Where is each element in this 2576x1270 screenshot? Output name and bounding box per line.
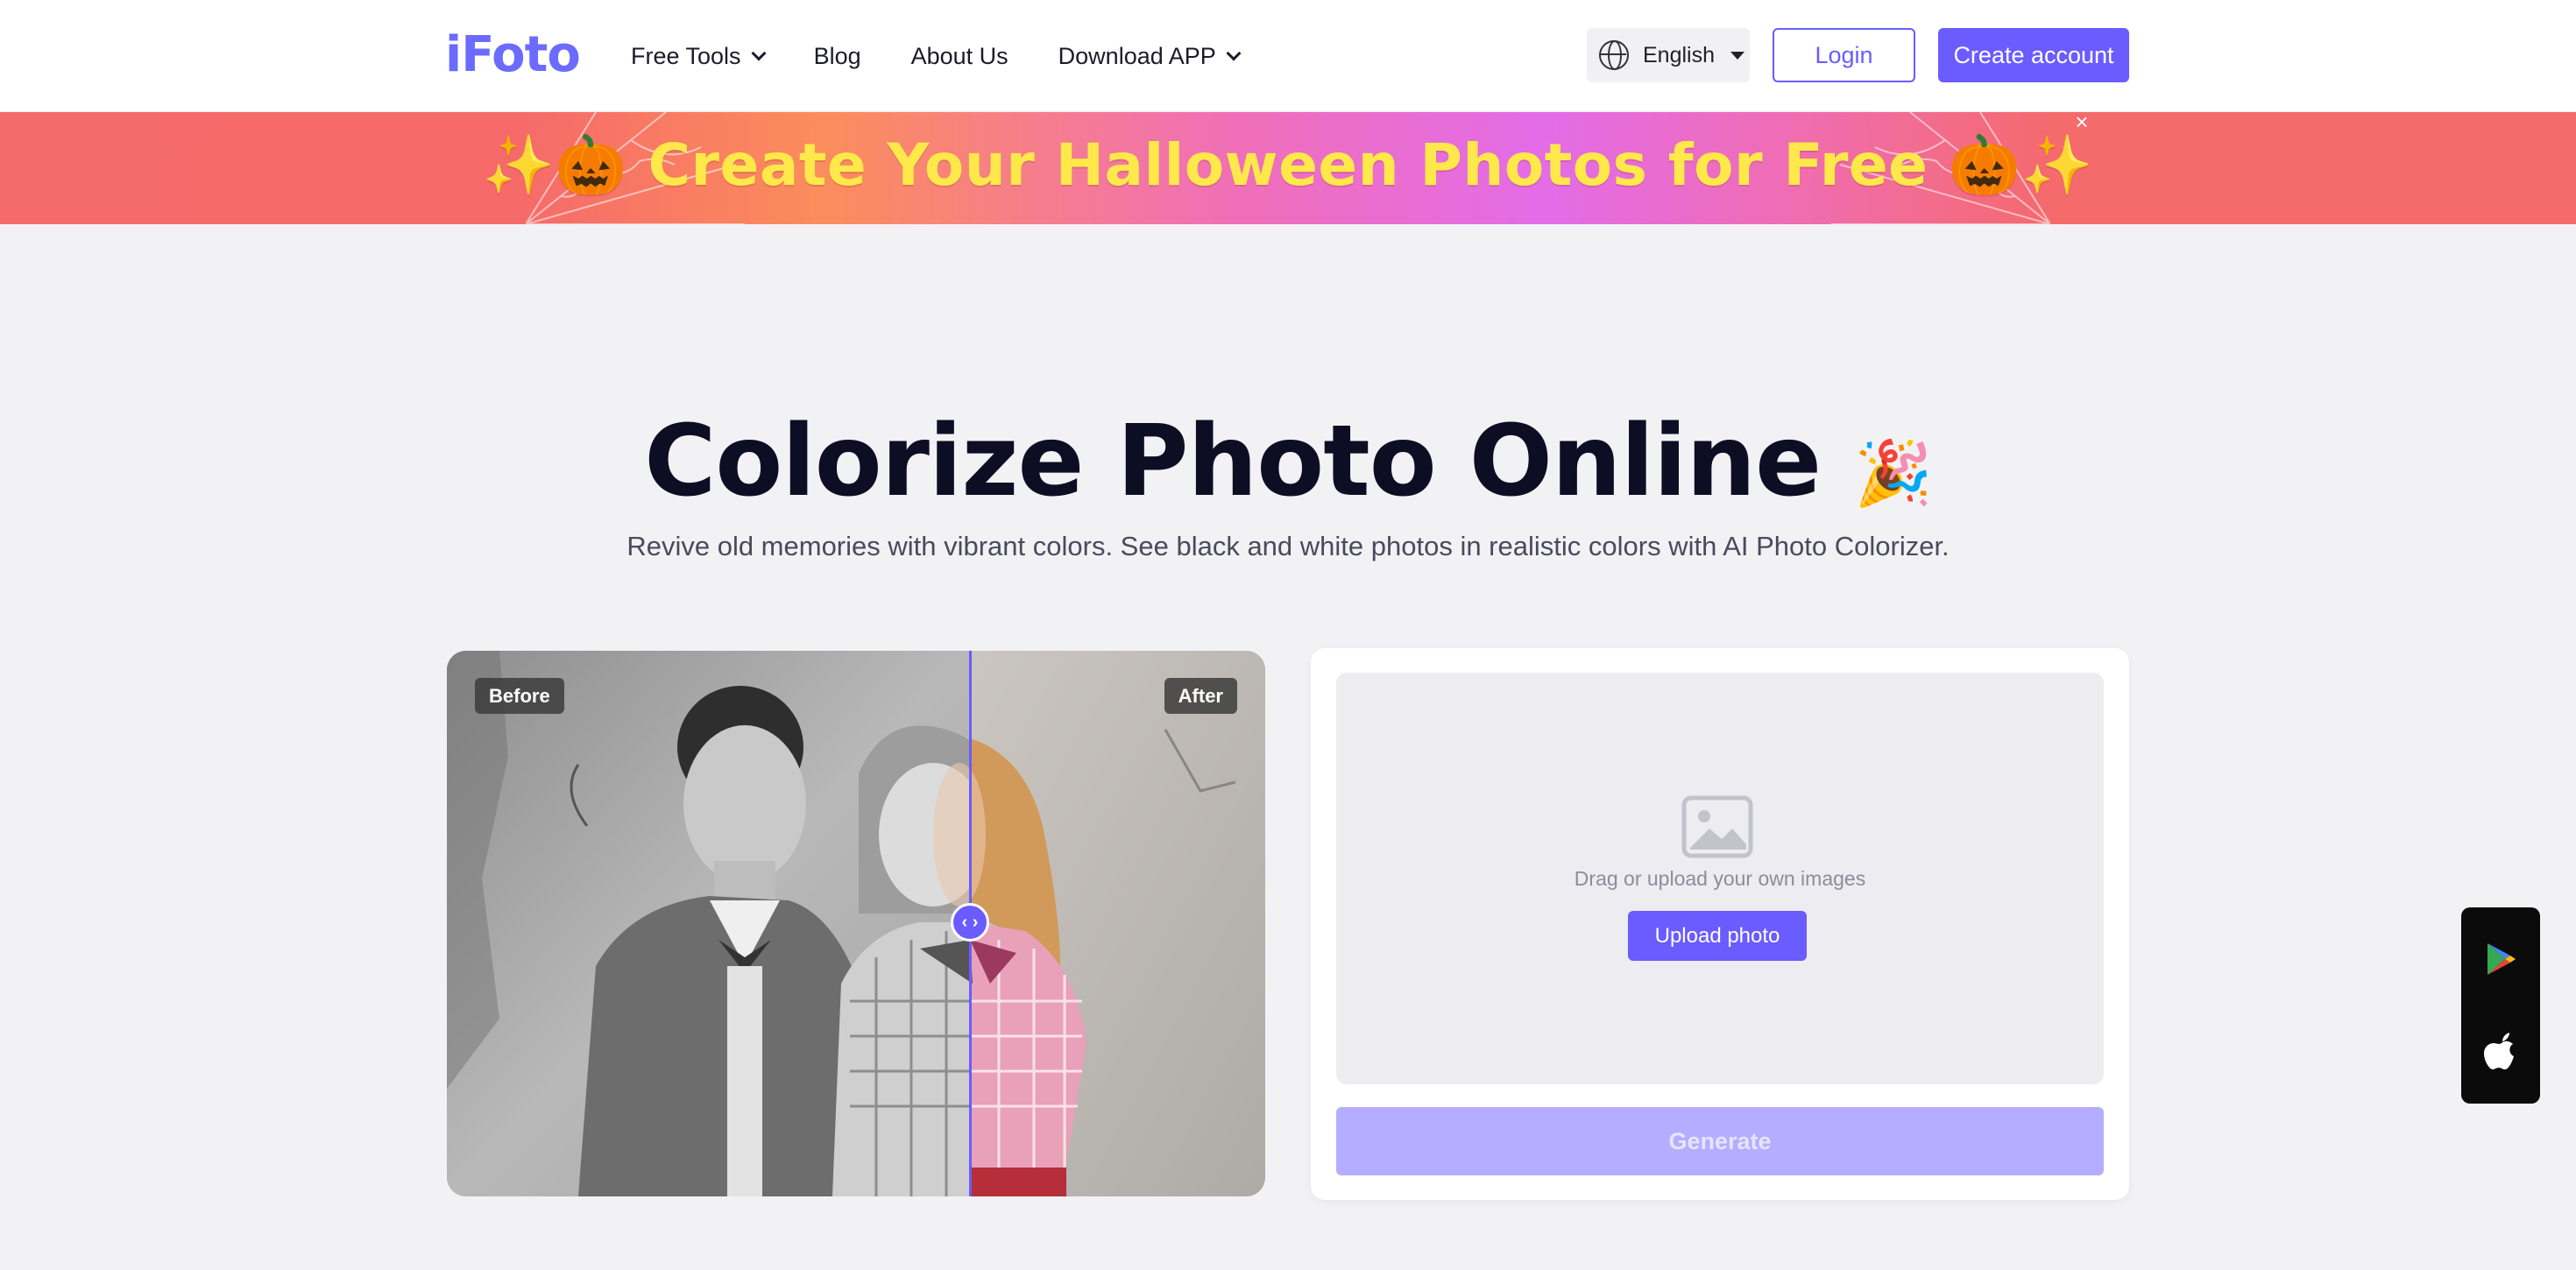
party-popper-icon: 🎉 (1854, 436, 1933, 510)
language-label: English (1643, 42, 1715, 67)
chevron-down-icon (751, 46, 767, 61)
apple-icon[interactable] (2484, 1033, 2519, 1073)
page-title: Colorize Photo Online 🎉 (0, 405, 2576, 519)
before-after-compare[interactable]: Before After ‹ › (447, 651, 1265, 1196)
create-account-button[interactable]: Create account (1938, 28, 2129, 82)
close-icon[interactable]: × (2072, 110, 2091, 133)
dropzone-hint: Drag or upload your own images (1574, 867, 1866, 890)
language-selector[interactable]: English (1587, 28, 1750, 82)
main-nav: Free Tools Blog About Us Download APP (631, 0, 1289, 112)
nav-blog[interactable]: Blog (814, 43, 861, 70)
compare-slider-handle[interactable]: ‹ › (951, 903, 989, 942)
promo-banner[interactable]: ✨🎃 Create Your Halloween Photos for Free… (0, 112, 2576, 224)
image-icon (1681, 795, 1753, 858)
nav-free-tools[interactable]: Free Tools (631, 42, 767, 70)
page-title-text: Colorize Photo Online (644, 405, 1822, 519)
nav-about-us-label: About Us (910, 42, 1008, 69)
site-header: iFoto Free Tools Blog About Us Download … (0, 0, 2576, 112)
after-label: After (1164, 678, 1237, 714)
nav-blog-label: Blog (813, 42, 861, 69)
app-download-widget (2461, 907, 2540, 1104)
nav-download-app-label: Download APP (1058, 42, 1216, 69)
login-button[interactable]: Login (1773, 28, 1915, 82)
nav-download-app[interactable]: Download APP (1058, 42, 1242, 70)
upload-card: Drag or upload your own images Upload ph… (1311, 648, 2129, 1200)
chevron-down-icon (1226, 46, 1242, 61)
logo[interactable]: iFoto (445, 26, 581, 83)
page-subtitle: Revive old memories with vibrant colors.… (626, 531, 1950, 561)
upload-photo-button[interactable]: Upload photo (1628, 911, 1807, 961)
before-label: Before (475, 678, 564, 714)
nav-free-tools-label: Free Tools (631, 42, 741, 69)
upload-dropzone[interactable]: Drag or upload your own images Upload ph… (1336, 673, 2104, 1084)
banner-headline: ✨🎃 Create Your Halloween Photos for Free… (482, 131, 2094, 199)
google-play-icon[interactable] (2486, 942, 2517, 977)
caret-down-icon (1730, 51, 1744, 60)
globe-icon (1599, 40, 1629, 70)
sample-photo (447, 651, 1265, 1196)
nav-about-us[interactable]: About Us (911, 43, 1008, 70)
generate-button[interactable]: Generate (1336, 1107, 2104, 1175)
